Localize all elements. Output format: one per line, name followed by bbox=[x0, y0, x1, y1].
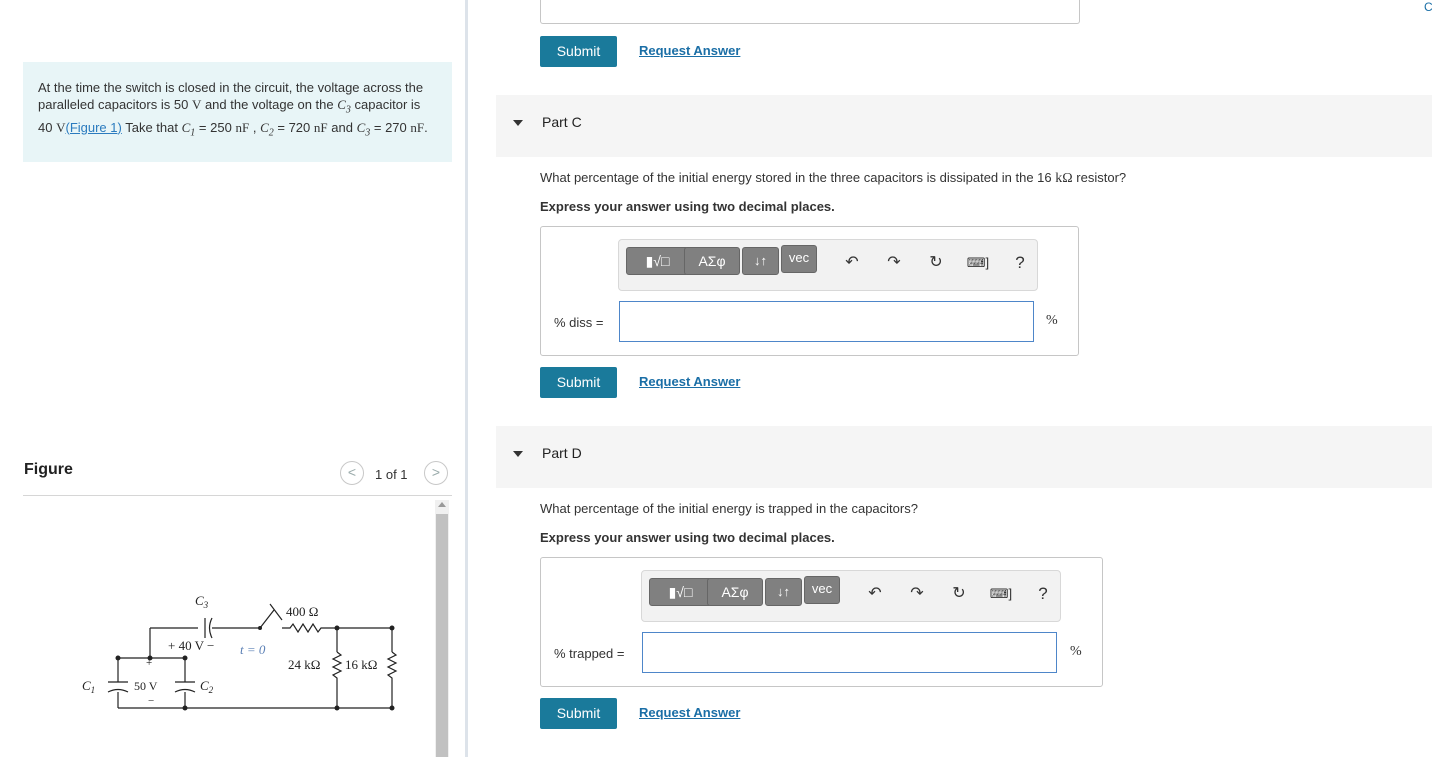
part-d-unit: % bbox=[1070, 644, 1082, 659]
keyboard-shortcuts-icon[interactable]: ⌨] bbox=[988, 585, 1014, 603]
part-d-answer-label: % trapped = bbox=[554, 646, 625, 661]
c1-symbol: C1 bbox=[181, 119, 196, 139]
part-c-unit: % bbox=[1046, 313, 1058, 328]
part-d-instruction: Express your answer using two decimal pl… bbox=[540, 530, 835, 545]
left-pane: At the time the switch is closed in the … bbox=[0, 0, 466, 757]
plus-sign: + bbox=[146, 657, 152, 669]
submit-button-part-c[interactable]: Submit bbox=[540, 367, 617, 398]
math-toolbar: ▮√□ ΑΣφ ↓↑ vec ↶ ↷ ↻ ⌨] ? bbox=[641, 570, 1061, 622]
r24-label: 24 kΩ bbox=[288, 657, 320, 672]
undo-icon[interactable]: ↶ bbox=[843, 254, 861, 272]
period: . bbox=[424, 119, 428, 135]
submit-button-part-b[interactable]: Submit bbox=[540, 36, 617, 67]
c1-value: = 250 bbox=[198, 119, 232, 135]
unit-nf: nF bbox=[235, 119, 250, 135]
reset-icon[interactable]: ↻ bbox=[927, 254, 945, 272]
figure-title: Figure bbox=[24, 461, 73, 478]
r400-label: 400 Ω bbox=[286, 604, 318, 619]
part-c-answer-label: % diss = bbox=[554, 315, 604, 330]
help-icon[interactable]: ? bbox=[1011, 254, 1029, 272]
subscript-superscript-button[interactable]: ↓↑ bbox=[765, 578, 802, 606]
figure-scrollbar[interactable] bbox=[435, 500, 449, 757]
scroll-up-arrow-icon[interactable] bbox=[438, 502, 446, 507]
c3-symbol: C3 bbox=[356, 119, 371, 139]
next-figure-button[interactable]: > bbox=[424, 461, 448, 485]
c2-value: = 720 bbox=[277, 119, 311, 135]
part-d-label: Part D bbox=[542, 445, 582, 461]
part-d-header[interactable]: Part D bbox=[496, 426, 1432, 488]
c1-label: C1 bbox=[82, 678, 95, 695]
part-c-instruction: Express your answer using two decimal pl… bbox=[540, 199, 835, 214]
comma: , bbox=[252, 119, 257, 135]
reset-icon[interactable]: ↻ bbox=[950, 585, 968, 603]
unit-nf: nF bbox=[410, 119, 425, 135]
templates-button[interactable]: ▮√□ bbox=[626, 247, 689, 275]
corner-link[interactable]: C bbox=[1424, 0, 1432, 14]
c3-symbol: C3 bbox=[337, 97, 351, 116]
problem-text: and the voltage on the bbox=[204, 97, 334, 112]
switch-label: t = 0 bbox=[240, 642, 266, 657]
part-d-question: What percentage of the initial energy is… bbox=[540, 501, 918, 516]
previous-answer-box bbox=[540, 0, 1080, 24]
redo-icon[interactable]: ↷ bbox=[885, 254, 903, 272]
vector-button[interactable]: vec bbox=[781, 245, 817, 273]
request-answer-link-part-c[interactable]: Request Answer bbox=[639, 374, 740, 389]
part-d-answer-input[interactable] bbox=[642, 632, 1057, 673]
figure-count: 1 of 1 bbox=[375, 467, 408, 482]
r16-label: 16 kΩ bbox=[345, 657, 377, 672]
circuit-diagram: C3 400 Ω + 40 V − t = 0 + − C1 50 V C2 2… bbox=[82, 593, 398, 711]
vector-button[interactable]: vec bbox=[804, 576, 840, 604]
part-c-question: What percentage of the initial energy st… bbox=[540, 170, 1127, 186]
help-icon[interactable]: ? bbox=[1034, 585, 1052, 603]
math-toolbar: ▮√□ ΑΣφ ↓↑ vec ↶ ↷ ↻ ⌨] ? bbox=[618, 239, 1038, 291]
greek-symbols-button[interactable]: ΑΣφ bbox=[707, 578, 763, 606]
keyboard-shortcuts-icon[interactable]: ⌨] bbox=[965, 254, 991, 272]
figure-link[interactable]: (Figure 1) bbox=[65, 120, 121, 135]
v50-label: 50 V bbox=[134, 679, 158, 693]
undo-icon[interactable]: ↶ bbox=[866, 585, 884, 603]
c2-label: C2 bbox=[200, 678, 214, 695]
request-answer-link-part-d[interactable]: Request Answer bbox=[639, 705, 740, 720]
submit-button-part-d[interactable]: Submit bbox=[540, 698, 617, 729]
c2-symbol: C2 bbox=[260, 119, 274, 139]
unit-nf: nF bbox=[313, 119, 328, 135]
c3-label: C3 bbox=[195, 593, 209, 610]
problem-text: and bbox=[331, 119, 353, 135]
greek-symbols-button[interactable]: ΑΣφ bbox=[684, 247, 740, 275]
templates-button[interactable]: ▮√□ bbox=[649, 578, 712, 606]
collapse-triangle-icon[interactable] bbox=[513, 451, 523, 457]
c3-value: = 270 bbox=[373, 119, 407, 135]
part-c-label: Part C bbox=[542, 114, 582, 130]
pane-divider[interactable] bbox=[465, 0, 468, 757]
part-c-answer-input[interactable] bbox=[619, 301, 1034, 342]
part-c-answer-box: ▮√□ ΑΣφ ↓↑ vec ↶ ↷ ↻ ⌨] ? % diss = % bbox=[540, 226, 1079, 356]
part-d-answer-box: ▮√□ ΑΣφ ↓↑ vec ↶ ↷ ↻ ⌨] ? % trapped = % bbox=[540, 557, 1103, 687]
minus-sign: − bbox=[148, 695, 154, 707]
subscript-superscript-button[interactable]: ↓↑ bbox=[742, 247, 779, 275]
request-answer-link-part-b[interactable]: Request Answer bbox=[639, 43, 740, 58]
unit-volts: V bbox=[191, 97, 202, 112]
problem-text: Take that bbox=[125, 119, 178, 135]
previous-figure-button[interactable]: < bbox=[340, 461, 364, 485]
collapse-triangle-icon[interactable] bbox=[513, 120, 523, 126]
part-c-header[interactable]: Part C bbox=[496, 95, 1432, 157]
problem-statement: At the time the switch is closed in the … bbox=[23, 62, 452, 162]
figure-header: Figure < 1 of 1 > bbox=[23, 458, 452, 496]
scroll-thumb[interactable] bbox=[436, 514, 448, 757]
v40-label: + 40 V − bbox=[168, 638, 214, 653]
redo-icon[interactable]: ↷ bbox=[908, 585, 926, 603]
